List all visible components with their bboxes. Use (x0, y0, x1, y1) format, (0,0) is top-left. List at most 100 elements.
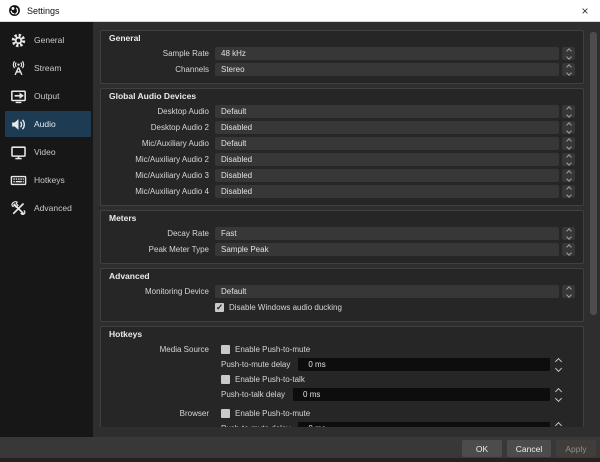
chevron-up-icon (566, 64, 572, 70)
sample-rate-select[interactable]: 48 kHz (215, 47, 559, 60)
mic-auxiliary-audio-2-select[interactable]: Disabled (215, 153, 559, 166)
mic-auxiliary-audio-4-select[interactable]: Disabled (215, 185, 559, 198)
mic-auxiliary-audio-3-select[interactable]: Disabled (215, 169, 559, 182)
setting-row-mic-auxiliary-audio-3: Mic/Auxiliary Audio 3 Disabled (109, 169, 575, 182)
sidebar-item-advanced[interactable]: Advanced (5, 195, 91, 221)
sidebar-item-label: Hotkeys (34, 175, 65, 185)
title-bar: Settings × (0, 0, 600, 22)
chevron-down-icon (566, 192, 572, 198)
tools-icon (10, 200, 27, 217)
spinbox-label: Push-to-mute delay (221, 360, 290, 369)
spinbox-arrows[interactable] (552, 358, 565, 372)
selected-value: Default (221, 287, 246, 296)
combo-spinner[interactable] (562, 243, 575, 256)
settings-nav-sidebar: General Stream OutputAudioVideo Hotkeys Adva… (0, 22, 93, 437)
field-label: Channels (109, 65, 209, 74)
hotkey-row-enable-push-to-mute: Enable Push-to-mute (221, 408, 565, 419)
group-hotkeys: Hotkeys Media SourceEnable Push-to-muteP… (100, 326, 584, 427)
selected-value: Default (221, 107, 246, 116)
spinbox-arrows[interactable] (552, 422, 565, 428)
setting-row-mic-auxiliary-audio: Mic/Auxiliary AudioDefault (109, 137, 575, 150)
setting-row-decay-rate: Decay RateFast (109, 227, 575, 240)
hotkey-block-browser: BrowserEnable Push-to-mutePush-to-mute d… (109, 408, 575, 427)
mic-auxiliary-audio-select[interactable]: Default (215, 137, 559, 150)
section-title-advanced: Advanced (109, 271, 575, 282)
desktop-audio-select[interactable]: Default (215, 105, 559, 118)
decay-rate-select[interactable]: Fast (215, 227, 559, 240)
ok-button[interactable]: OK (462, 440, 502, 457)
hotkey-row-push-to-mute-delay: Push-to-mute delay 0 ms (221, 358, 565, 371)
desktop-audio-2-select[interactable]: Disabled (215, 121, 559, 134)
scrollbar-thumb[interactable] (590, 32, 597, 315)
sidebar-item-output[interactable]: Output (5, 83, 91, 109)
field-label: Sample Rate (109, 49, 209, 58)
sidebar-item-video[interactable]: Video (5, 139, 91, 165)
sidebar-item-label: Advanced (34, 203, 72, 213)
spinbox-value: 0 ms (303, 390, 320, 399)
chevron-down-icon (566, 112, 572, 118)
selected-value: Disabled (221, 171, 252, 180)
output-icon (10, 88, 27, 105)
hotkey-row-push-to-talk-delay: Push-to-talk delay 0 ms (221, 388, 565, 401)
chevron-up-icon (566, 154, 572, 160)
hotkey-row-push-to-mute-delay: Push-to-mute delay0 ms (221, 422, 565, 427)
sidebar-item-label: Stream (34, 63, 61, 73)
channels-select[interactable]: Stereo (215, 63, 559, 76)
sidebar-item-general[interactable]: General (5, 27, 91, 53)
combo-spinner[interactable] (562, 285, 575, 298)
spinbox-arrows[interactable] (552, 388, 565, 402)
selected-value: Fast (221, 229, 237, 238)
combo-spinner[interactable] (562, 63, 575, 76)
monitor-icon (10, 144, 27, 161)
combo-spinner[interactable] (562, 227, 575, 240)
chevron-up-icon (555, 421, 562, 427)
checkbox-enable-push-to-mute[interactable] (221, 345, 230, 354)
checkbox-label: Enable Push-to-talk (235, 375, 305, 384)
checkbox-enable-push-to-talk[interactable] (221, 375, 230, 384)
group-advanced: Advanced Monitoring DeviceDefault✓Disabl… (100, 268, 584, 322)
settings-content: General Sample Rate48 kHzChannelsStereo … (93, 22, 600, 437)
spinbox-value: 0 ms (308, 360, 325, 369)
chevron-up-icon (555, 357, 562, 364)
sidebar-item-hotkeys[interactable]: Hotkeys (5, 167, 91, 193)
close-button[interactable]: × (570, 0, 600, 22)
combo-spinner[interactable] (562, 137, 575, 150)
push-to-talk-delay-input[interactable]: 0 ms (293, 388, 550, 401)
chevron-down-icon (566, 144, 572, 150)
apply-button[interactable]: Apply (556, 440, 596, 457)
section-title-hotkeys: Hotkeys (109, 329, 575, 340)
setting-row-peak-meter-type: Peak Meter TypeSample Peak (109, 243, 575, 256)
setting-row-desktop-audio: Desktop AudioDefault (109, 105, 575, 118)
scrollbar[interactable] (590, 32, 597, 429)
chevron-up-icon (566, 48, 572, 54)
selected-value: Stereo (221, 65, 245, 74)
peak-meter-type-select[interactable]: Sample Peak (215, 243, 559, 256)
push-to-mute-delay-input[interactable]: 0 ms (298, 358, 550, 371)
combo-spinner[interactable] (562, 47, 575, 60)
checkbox-label: Enable Push-to-mute (235, 409, 310, 418)
combo-spinner[interactable] (562, 153, 575, 166)
chevron-up-icon (566, 122, 572, 128)
sidebar-item-audio[interactable]: Audio (5, 111, 91, 137)
antenna-icon (10, 60, 27, 77)
sidebar-item-stream[interactable]: Stream (5, 55, 91, 81)
spinbox-label: Push-to-talk delay (221, 390, 285, 399)
setting-row-channels: Channels Stereo (109, 63, 575, 76)
checkbox-enable-push-to-mute[interactable] (221, 409, 230, 418)
setting-row-mic-auxiliary-audio-4: Mic/Auxiliary Audio 4Disabled (109, 185, 575, 198)
section-title-global-audio-devices: Global Audio Devices (109, 91, 575, 102)
combo-spinner[interactable] (562, 105, 575, 118)
combo-spinner[interactable] (562, 185, 575, 198)
push-to-mute-delay-input[interactable]: 0 ms (298, 422, 550, 427)
monitoring-device-select[interactable]: Default (215, 285, 559, 298)
selected-value: Sample Peak (221, 245, 269, 254)
chevron-up-icon (566, 186, 572, 192)
group-meters: Meters Decay RateFastPeak Meter TypeSamp… (100, 210, 584, 264)
checkbox-disable-windows-audio-ducking[interactable]: ✓ (215, 303, 224, 312)
field-label: Mic/Auxiliary Audio 3 (109, 171, 209, 180)
setting-row-sample-rate: Sample Rate 48 kHz (109, 47, 575, 60)
combo-spinner[interactable] (562, 169, 575, 182)
combo-spinner[interactable] (562, 121, 575, 134)
cancel-button[interactable]: Cancel (507, 440, 551, 457)
selected-value: Default (221, 139, 246, 148)
